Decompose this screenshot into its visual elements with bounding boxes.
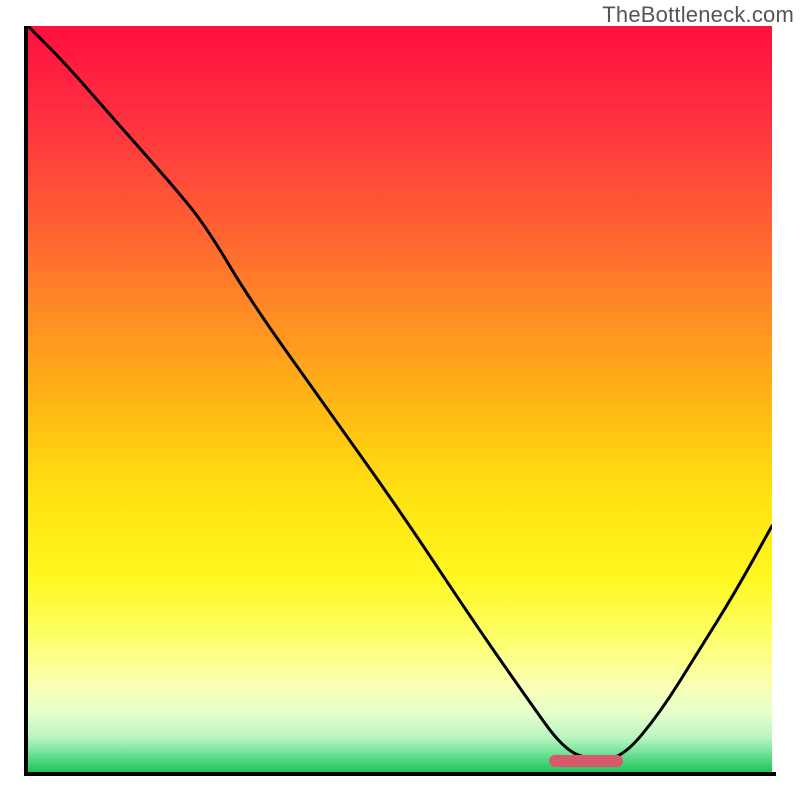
plot-area bbox=[28, 26, 772, 772]
y-axis-line bbox=[24, 26, 28, 776]
bottleneck-curve bbox=[28, 26, 772, 772]
curve-path bbox=[28, 26, 772, 759]
watermark-text: TheBottleneck.com bbox=[602, 2, 794, 28]
optimal-range-marker bbox=[549, 755, 623, 767]
chart-frame: TheBottleneck.com bbox=[0, 0, 800, 800]
x-axis-line bbox=[24, 772, 776, 776]
